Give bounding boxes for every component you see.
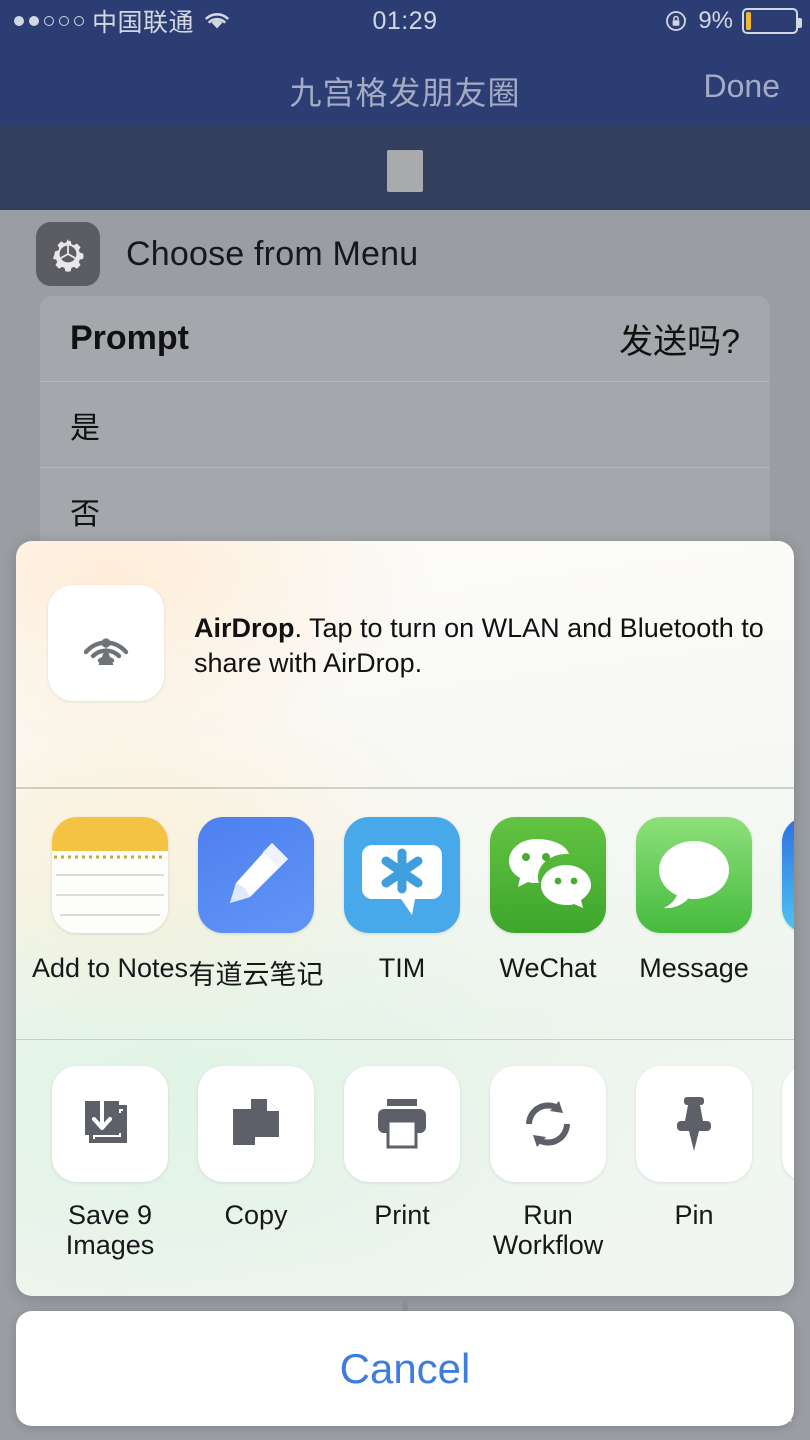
sheet-drag-handle[interactable] <box>402 1296 408 1312</box>
navigation-bar: 九宫格发朋友圈 Done <box>0 42 810 126</box>
share-app-message[interactable]: Message <box>636 816 752 984</box>
copy-icon <box>198 1066 314 1182</box>
share-app-add-to-notes[interactable]: Add to Notes <box>32 816 188 984</box>
gear-icon <box>36 222 100 286</box>
share-app-wechat[interactable]: WeChat <box>490 816 606 984</box>
share-app-label: WeChat <box>499 952 597 983</box>
toolbar-band <box>0 126 810 210</box>
prompt-option-row[interactable]: 是 <box>40 382 770 468</box>
youdao-note-icon <box>198 816 314 933</box>
pin-icon <box>636 1066 752 1182</box>
airdrop-title: AirDrop <box>194 613 295 643</box>
airdrop-icon <box>48 585 164 701</box>
share-action-label: Save 9 Images <box>65 1200 155 1261</box>
workflow-action-title: Choose from Menu <box>126 234 419 273</box>
share-action-partial[interactable] <box>782 1066 794 1200</box>
airdrop-description: AirDrop. Tap to turn on WLAN and Bluetoo… <box>194 585 764 681</box>
airdrop-row[interactable]: AirDrop. Tap to turn on WLAN and Bluetoo… <box>16 541 794 787</box>
share-app-label: Message <box>639 952 749 983</box>
cancel-button[interactable]: Cancel <box>16 1311 794 1426</box>
prompt-card: Prompt 发送吗? 是 否 <box>40 296 770 554</box>
share-sheet: AirDrop. Tap to turn on WLAN and Bluetoo… <box>16 541 794 1296</box>
share-app-tim[interactable]: TIM <box>344 816 460 984</box>
page-title: 九宫格发朋友圈 <box>289 75 521 111</box>
share-action-print[interactable]: Print <box>344 1066 460 1230</box>
share-action-label: Pin <box>674 1200 714 1230</box>
print-icon <box>344 1066 460 1182</box>
share-action-label: Run Workflow <box>492 1200 604 1261</box>
placeholder-thumbnail <box>387 150 423 192</box>
share-app-partial[interactable] <box>782 816 794 953</box>
save-images-icon <box>52 1066 168 1182</box>
done-button[interactable]: Done <box>704 68 781 105</box>
share-app-label: TIM <box>378 952 426 983</box>
share-app-youdao-note[interactable]: 有道云笔记 <box>189 816 324 992</box>
prompt-label: Prompt <box>70 319 189 357</box>
prompt-field-row[interactable]: Prompt 发送吗? <box>40 296 770 382</box>
share-action-copy[interactable]: Copy <box>198 1066 314 1230</box>
share-apps-row[interactable]: Add to Notes 有道云笔记 TIM WeChat Message <box>16 789 794 1039</box>
workflow-action-header[interactable]: Choose from Menu <box>0 218 810 290</box>
run-workflow-icon <box>490 1066 606 1182</box>
share-action-run-workflow[interactable]: Run Workflow <box>490 1066 606 1260</box>
share-action-label: Print <box>374 1200 430 1230</box>
prompt-option-label: 否 <box>70 498 100 531</box>
share-action-label: Copy <box>224 1200 288 1230</box>
status-bar-right: 9% <box>665 7 802 35</box>
message-icon <box>636 816 752 933</box>
partial-blue-app-icon <box>782 816 794 933</box>
rotation-lock-icon <box>665 9 689 33</box>
status-bar: 中国联通 01:29 9% <box>0 0 810 42</box>
battery-percent-label: 9% <box>698 7 733 34</box>
wechat-icon <box>490 816 606 933</box>
share-app-label: Add to Notes <box>31 952 189 983</box>
share-actions-row[interactable]: Save 9 Images Copy Print Run Workflow Pi… <box>16 1040 794 1290</box>
battery-icon <box>742 8 802 34</box>
partial-action-icon <box>782 1066 794 1182</box>
share-action-pin[interactable]: Pin <box>636 1066 752 1230</box>
share-action-save-images[interactable]: Save 9 Images <box>52 1066 168 1260</box>
prompt-option-label: 是 <box>70 411 100 445</box>
tim-icon <box>344 816 460 933</box>
notes-icon <box>52 816 168 933</box>
share-app-label: 有道云笔记 <box>188 959 324 990</box>
prompt-value: 发送吗? <box>619 323 740 361</box>
